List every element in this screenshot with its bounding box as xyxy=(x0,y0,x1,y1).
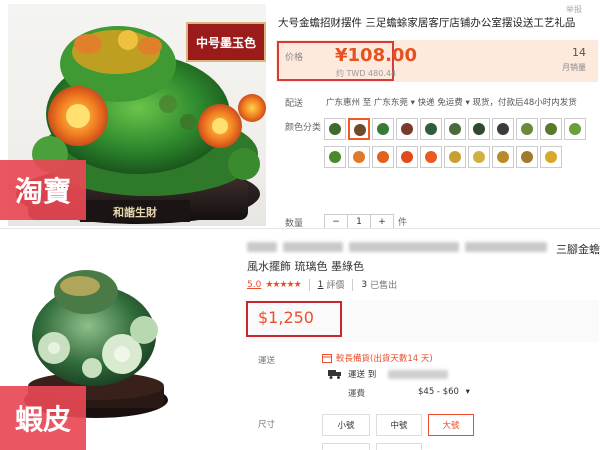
rating-row: 5.0 ★★★★★ 1 評價 3 已售出 xyxy=(247,278,397,291)
color-swatch[interactable] xyxy=(492,146,514,168)
shopee-title-end: 三腳金蟾 xyxy=(556,243,600,256)
shopee-title-blurred xyxy=(247,242,600,256)
swatch-thumbnail xyxy=(329,151,341,163)
shopee-price: $1,250 xyxy=(258,308,314,327)
color-swatch[interactable] xyxy=(540,146,562,168)
color-swatch[interactable] xyxy=(420,146,442,168)
swatch-thumbnail xyxy=(545,151,557,163)
swatch-thumbnail xyxy=(449,151,461,163)
rating-stars-icon: ★★★★★ xyxy=(265,279,301,290)
swatch-thumbnail xyxy=(545,123,557,135)
sold-count: 3 xyxy=(361,279,368,290)
reviews-label: 評價 xyxy=(326,281,345,291)
taobao-color-label: 颜色分类 xyxy=(285,123,322,133)
size-badge: 中号墨玉色 xyxy=(186,22,266,62)
calendar-icon xyxy=(322,354,332,363)
option-row-next[interactable] xyxy=(322,443,370,450)
color-swatch[interactable] xyxy=(516,146,538,168)
color-swatch[interactable] xyxy=(396,146,418,168)
color-swatch[interactable] xyxy=(324,118,346,140)
taobao-monthly-sales: 14 xyxy=(572,46,586,59)
size-option-small[interactable]: 小號 xyxy=(322,414,370,436)
swatch-thumbnail xyxy=(377,151,389,163)
taobao-listing: 和諧生財 中号墨玉色 淘寶 举报 大号金蟾招财摆件 三足蟾蜍家居客厅店铺办公室摆… xyxy=(0,0,600,228)
swatch-thumbnail xyxy=(521,123,533,135)
swatch-thumbnail xyxy=(473,123,485,135)
shipping-fee-label: 運費 xyxy=(348,389,366,399)
qty-input[interactable]: 1 xyxy=(347,215,370,228)
shopee-shipping-label: 運送 xyxy=(258,356,276,366)
color-swatch[interactable] xyxy=(348,146,370,168)
section-divider xyxy=(0,228,600,229)
taobao-shipping-info[interactable]: 广东惠州 至 广东东莞 ▾ 快递 免运费 ▾ 现货，付款后48小时内发货 xyxy=(326,96,577,108)
shopee-title-line2: 風水擺飾 琉璃色 墨綠色 xyxy=(247,260,364,273)
color-swatch[interactable] xyxy=(372,146,394,168)
swatch-thumbnail xyxy=(425,123,437,135)
color-swatch[interactable] xyxy=(492,118,514,140)
report-link[interactable]: 举报 xyxy=(566,4,582,15)
taobao-monthly-sales-label: 月销量 xyxy=(562,63,586,72)
swatch-thumbnail xyxy=(377,123,389,135)
color-swatch[interactable] xyxy=(396,118,418,140)
size-option-medium[interactable]: 中號 xyxy=(376,414,422,436)
swatch-thumbnail xyxy=(401,151,413,163)
color-swatch[interactable] xyxy=(324,146,346,168)
swatch-thumbnail xyxy=(354,124,366,136)
swatch-thumbnail xyxy=(425,151,437,163)
qty-plus-button[interactable]: + xyxy=(370,215,393,228)
color-swatch[interactable] xyxy=(468,118,490,140)
size-option-large[interactable]: 大號 xyxy=(428,414,474,436)
color-swatch[interactable] xyxy=(444,146,466,168)
preorder-text: 較長備貨(出貨天數14 天) xyxy=(336,354,433,364)
swatch-thumbnail xyxy=(497,151,509,163)
shopee-listing: 蝦皮 三腳金蟾 風水擺飾 琉璃色 墨綠色 5.0 ★★★★★ 1 評價 3 已售… xyxy=(0,228,600,450)
color-swatch[interactable] xyxy=(420,118,442,140)
taobao-shipping-label: 配送 xyxy=(285,99,304,109)
taobao-photo-caption: 和諧生財 xyxy=(113,205,157,219)
ship-to-blurred[interactable] xyxy=(388,369,449,379)
swatch-thumbnail xyxy=(569,123,581,135)
color-swatch[interactable] xyxy=(348,118,370,140)
swatch-thumbnail xyxy=(521,151,533,163)
color-swatch[interactable] xyxy=(468,146,490,168)
size-label: 尺寸 xyxy=(258,420,276,430)
option-row-next[interactable] xyxy=(376,443,422,450)
taobao-price: ¥108.00 xyxy=(335,45,417,66)
swatch-thumbnail xyxy=(353,151,365,163)
shipping-fee-row[interactable]: $45 - $60 ▾ xyxy=(418,387,470,397)
ship-to-row: 運送 到 xyxy=(328,368,449,380)
truck-icon xyxy=(328,370,341,379)
swatch-thumbnail xyxy=(473,151,485,163)
quantity-stepper[interactable]: − 1 + xyxy=(324,214,394,228)
swatch-thumbnail xyxy=(401,123,413,135)
color-swatch[interactable] xyxy=(516,118,538,140)
taobao-qty-label: 数量 xyxy=(285,219,304,228)
qty-minus-button[interactable]: − xyxy=(325,215,347,228)
sold-label: 已售出 xyxy=(370,281,398,291)
color-swatch[interactable] xyxy=(444,118,466,140)
taobao-price-label: 价格 xyxy=(285,53,304,63)
site-label-shopee: 蝦皮 xyxy=(0,386,86,450)
reviews-count[interactable]: 1 xyxy=(318,280,324,290)
qty-unit: 件 xyxy=(398,218,408,228)
taobao-product-title: 大号金蟾招财摆件 三足蟾蜍家居客厅店铺办公室摆设送工艺礼品 xyxy=(278,17,576,29)
taobao-price-twd: 约 TWD 480.44 xyxy=(336,69,397,78)
swatch-thumbnail xyxy=(449,123,461,135)
rating-value[interactable]: 5.0 xyxy=(247,280,261,290)
shipping-fee-value: $45 - $60 xyxy=(418,387,459,397)
color-swatch[interactable] xyxy=(372,118,394,140)
color-swatch[interactable] xyxy=(564,118,586,140)
preorder-note: 較長備貨(出貨天數14 天) xyxy=(322,352,433,364)
swatch-thumbnail xyxy=(329,123,341,135)
color-swatch[interactable] xyxy=(540,118,562,140)
site-label-taobao: 淘寶 xyxy=(0,160,86,220)
ship-to-label: 運送 到 xyxy=(348,370,377,380)
chevron-down-icon: ▾ xyxy=(465,387,470,397)
swatch-thumbnail xyxy=(497,123,509,135)
